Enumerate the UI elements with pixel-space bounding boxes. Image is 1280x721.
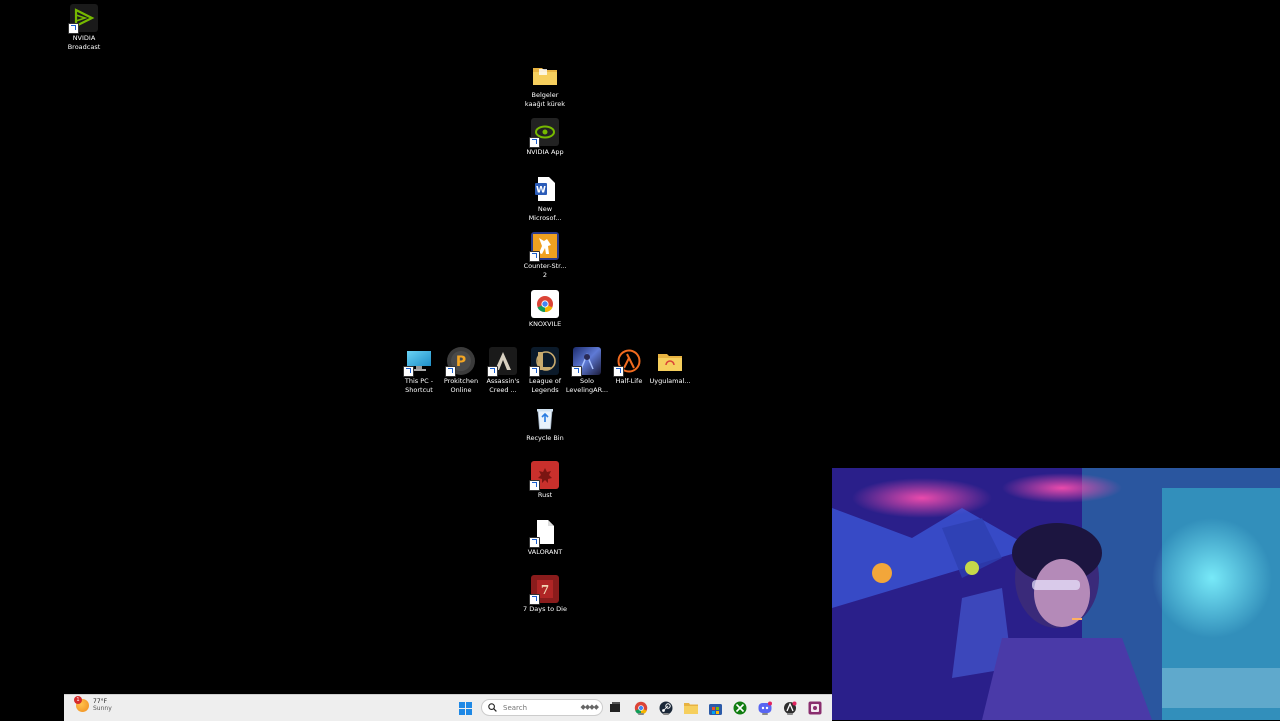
chrome-icon — [531, 290, 559, 318]
recycle-bin-icon — [531, 404, 559, 432]
app-taskbar-button[interactable] — [782, 700, 798, 716]
weather-condition: Sunny — [93, 705, 112, 712]
desktop-icon-counter-strike[interactable]: Counter-Str... 2 — [513, 232, 577, 279]
desktop-icon-new-microsoft[interactable]: W New Microsof... — [513, 175, 577, 222]
webcam-scene — [832, 468, 1280, 720]
desktop-icon-nvidia-app[interactable]: NVIDIA App — [513, 118, 577, 157]
task-view-icon — [610, 702, 620, 712]
file-explorer-taskbar-button[interactable] — [683, 700, 699, 716]
svg-text:P: P — [456, 354, 466, 370]
word-document-icon: W — [531, 175, 559, 203]
webcam-overlay — [832, 468, 1280, 720]
store-icon — [708, 703, 722, 715]
notification-badge: 1 — [74, 695, 82, 704]
folder-icon — [656, 347, 684, 375]
desktop-icon-recycle-bin[interactable]: Recycle Bin — [513, 404, 577, 443]
7-days-to-die-icon: 7 — [529, 575, 559, 605]
blank-file-icon — [529, 518, 559, 548]
xbox-icon — [733, 701, 747, 715]
search-box[interactable]: ◆◆◆◆ — [481, 699, 603, 716]
sun-icon: 1 — [74, 695, 89, 712]
search-icon — [488, 703, 497, 712]
svg-text:7: 7 — [541, 583, 549, 597]
svg-text:W: W — [536, 186, 546, 196]
desktop-icon-label: NVIDIA Broadcast — [67, 34, 101, 51]
desktop-icon-7-days-to-die[interactable]: 7 7 Days to Die — [513, 575, 577, 614]
desktop-icon-label: Counter-Str... 2 — [523, 262, 567, 279]
desktop-icon-label: Recycle Bin — [526, 434, 564, 442]
discord-taskbar-button[interactable] — [757, 700, 773, 716]
steam-taskbar-button[interactable] — [658, 700, 674, 716]
rust-icon — [529, 461, 559, 491]
xbox-taskbar-button[interactable] — [732, 700, 748, 716]
weather-widget[interactable]: 1 77°F Sunny — [74, 695, 112, 712]
start-button[interactable] — [457, 700, 473, 716]
windows-start-icon — [458, 701, 472, 715]
desktop-icon-label: New Microsof... — [528, 205, 562, 222]
search-highlight-icon: ◆◆◆◆ — [580, 703, 599, 711]
store-taskbar-button[interactable] — [707, 700, 723, 716]
media-app-icon — [808, 701, 822, 715]
desktop-icon-label: NVIDIA App — [526, 148, 564, 156]
search-input[interactable] — [501, 702, 565, 713]
desktop-icon-label: Uygulamal... — [649, 377, 691, 385]
taskbar: 1 77°F Sunny ◆◆◆◆ — [64, 694, 832, 721]
desktop-icon-valorant[interactable]: VALORANT — [513, 518, 577, 557]
file-explorer-icon — [684, 703, 698, 714]
desktop-icon-label: 7 Days to Die — [523, 605, 567, 613]
desktop-icon-label: VALORANT — [527, 548, 563, 556]
desktop-icon-label: Belgeler kaağıt kürek — [524, 91, 566, 108]
nvidia-app-icon — [529, 118, 559, 148]
desktop-icon-label: Rust — [537, 491, 553, 499]
chrome-taskbar-button[interactable] — [633, 700, 649, 716]
desktop-icon-uygulamal[interactable]: Uygulamal... — [638, 347, 702, 386]
desktop-icon-label: KNOXVILE — [528, 320, 562, 328]
weather-temp: 77°F — [93, 698, 108, 705]
task-view-button[interactable] — [607, 700, 623, 716]
desktop-icon-knoxvile[interactable]: KNOXVILE — [513, 290, 577, 329]
counter-strike-icon — [529, 232, 559, 262]
media-app-taskbar-button[interactable] — [807, 700, 823, 716]
desktop-icon-nvidia-broadcast[interactable]: NVIDIA Broadcast — [52, 4, 116, 51]
desktop-icon-belgeler[interactable]: Belgeler kaağıt kürek — [513, 61, 577, 108]
nvidia-broadcast-icon — [68, 4, 98, 34]
desktop-icon-rust[interactable]: Rust — [513, 461, 577, 500]
folder-icon — [531, 61, 559, 89]
